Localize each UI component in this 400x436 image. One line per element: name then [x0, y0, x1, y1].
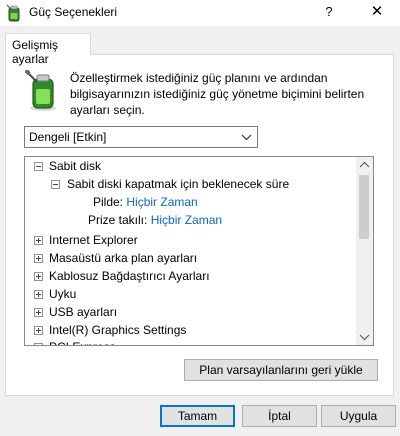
setting-label: Pilde:: [93, 195, 124, 209]
expand-icon[interactable]: [34, 343, 43, 345]
tree-item-label: Sabit diski kapatmak için beklenecek sür…: [67, 177, 290, 191]
settings-tree[interactable]: Sabit disk Sabit diski kapatmak için bek…: [24, 156, 374, 346]
scroll-up-arrow-icon[interactable]: [356, 157, 373, 174]
help-button[interactable]: ?: [312, 0, 346, 26]
tree-scrollbar[interactable]: [356, 157, 373, 345]
tree-item-label: USB ayarları: [49, 305, 118, 319]
tree-item-label: Masaüstü arka plan ayarları: [49, 251, 198, 265]
tree-item-label: Uyku: [49, 287, 77, 301]
tab-advanced-settings[interactable]: Gelişmiş ayarlar: [5, 33, 91, 66]
restore-defaults-button[interactable]: Plan varsayılanlarını geri yükle: [184, 359, 378, 381]
close-button[interactable]: ✕: [354, 0, 400, 26]
scroll-down-arrow-icon[interactable]: [356, 328, 373, 345]
collapse-icon[interactable]: [34, 162, 43, 171]
tree-item-label: Intel(R) Graphics Settings: [49, 323, 187, 337]
panel-description: Özelleştirmek istediğiniz güç planını ve…: [70, 71, 365, 117]
expand-icon[interactable]: [34, 236, 43, 245]
battery-plug-icon: [25, 70, 56, 111]
setting-label: Prize takılı:: [88, 213, 148, 227]
apply-button[interactable]: Uygula: [321, 405, 396, 427]
chevron-down-icon: [241, 134, 252, 141]
expand-icon[interactable]: [34, 326, 43, 335]
collapse-icon[interactable]: [51, 180, 60, 189]
cancel-button[interactable]: İptal: [242, 405, 317, 427]
tab-label: Gelişmiş ayarlar: [12, 38, 59, 66]
setting-value-link[interactable]: Hiçbir Zaman: [126, 195, 197, 209]
battery-plug-icon: [6, 4, 20, 22]
expand-icon[interactable]: [34, 290, 43, 299]
power-options-window: Güç Seçenekleri ? ✕ Gelişmiş ayarlar Öze…: [0, 0, 400, 436]
window-title: Güç Seçenekleri: [29, 5, 118, 19]
scrollbar-thumb[interactable]: [359, 175, 369, 239]
ok-button[interactable]: Tamam: [160, 405, 235, 427]
setting-value-link[interactable]: Hiçbir Zaman: [151, 213, 222, 227]
power-plan-selected-value: Dengeli [Etkin]: [29, 130, 107, 144]
tree-item-label: PCI Express: [49, 338, 116, 345]
expand-icon[interactable]: [34, 254, 43, 263]
expand-icon[interactable]: [34, 272, 43, 281]
tree-item-label: Internet Explorer: [49, 233, 138, 247]
power-plan-select[interactable]: Dengeli [Etkin]: [24, 126, 258, 148]
tree-item-on-battery[interactable]: Pilde: Hiçbir Zaman: [93, 193, 198, 211]
tree-item-plugged-in[interactable]: Prize takılı: Hiçbir Zaman: [88, 211, 222, 229]
title-bar: Güç Seçenekleri ? ✕: [0, 0, 400, 26]
expand-icon[interactable]: [34, 308, 43, 317]
tree-item-label: Sabit disk: [49, 159, 102, 173]
tree-item-label: Kablosuz Bağdaştırıcı Ayarları: [49, 269, 210, 283]
